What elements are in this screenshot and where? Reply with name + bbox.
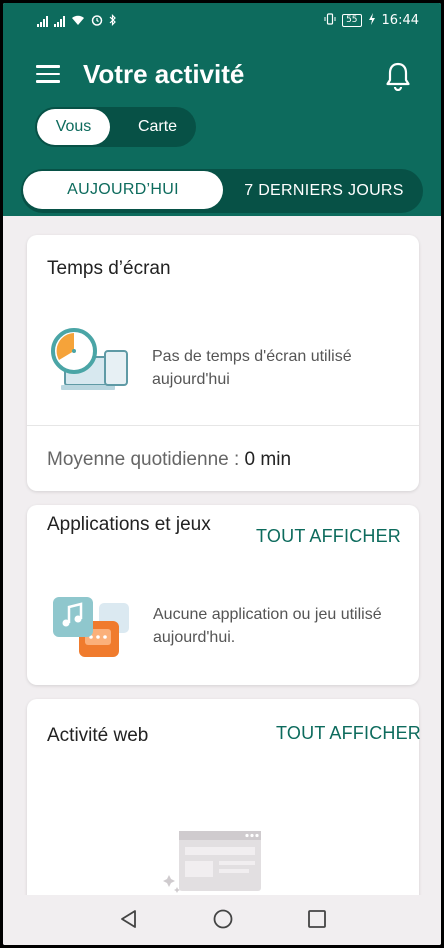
empty-state-text: Pas de temps d'écran utilisé aujourd'hui [152,348,352,388]
card-title: Applications et jeux [47,514,211,535]
charging-icon [368,13,376,28]
apps-illustration [51,591,133,661]
wifi-icon [71,15,85,29]
menu-icon[interactable] [36,65,60,85]
toggle-vous[interactable]: Vous [37,109,110,145]
view-toggle: Vous Carte [35,107,196,147]
see-all-web-link[interactable]: TOUT AFFICHER [276,723,421,744]
bluetooth-icon [109,14,117,29]
tab-today[interactable]: AUJOURD’HUI [23,171,223,209]
page-title: Votre activité [83,59,245,89]
home-icon[interactable] [211,907,235,931]
battery-indicator: 55 [342,14,362,27]
screen: 55 16:44 Votre activité Vous Carte AUJOU… [3,3,441,945]
daily-average-value: 0 min [244,449,292,470]
back-icon[interactable] [117,907,141,931]
status-time: 16:44 [381,13,419,28]
notification-bell-icon[interactable] [385,61,411,92]
signal-icon [54,16,65,27]
vibrate-icon [324,13,336,28]
alarm-icon [91,14,103,29]
tab-last-7-days[interactable]: 7 DERNIERS JOURS [229,169,419,213]
see-all-apps-link[interactable]: TOUT AFFICHER [256,526,401,547]
app-header: 55 16:44 Votre activité Vous Carte AUJOU… [3,3,441,216]
card-title: Temps d’écran [47,258,171,279]
screen-time-card[interactable]: Temps d’écran Pas de temps d'écran utili… [27,235,419,491]
range-tabs: AUJOURD’HUI 7 DERNIERS JOURS [21,169,423,213]
browser-illustration [157,827,269,897]
screen-time-illustration [51,327,131,393]
empty-state-text: Aucune application ou jeu utilisé aujour… [153,606,382,646]
system-nav-bar [3,895,441,945]
daily-average-label: Moyenne quotidienne : [47,449,240,470]
apps-card[interactable]: Applications et jeux TOUT AFFICHER Aucun… [27,505,419,685]
signal-icon [37,16,48,27]
toggle-carte[interactable]: Carte [121,107,194,147]
recents-icon[interactable] [305,907,329,931]
divider [27,425,419,426]
card-title: Activité web [47,725,149,746]
daily-average: Moyenne quotidienne : 0 min [47,449,291,471]
status-bar: 55 16:44 [3,3,441,39]
